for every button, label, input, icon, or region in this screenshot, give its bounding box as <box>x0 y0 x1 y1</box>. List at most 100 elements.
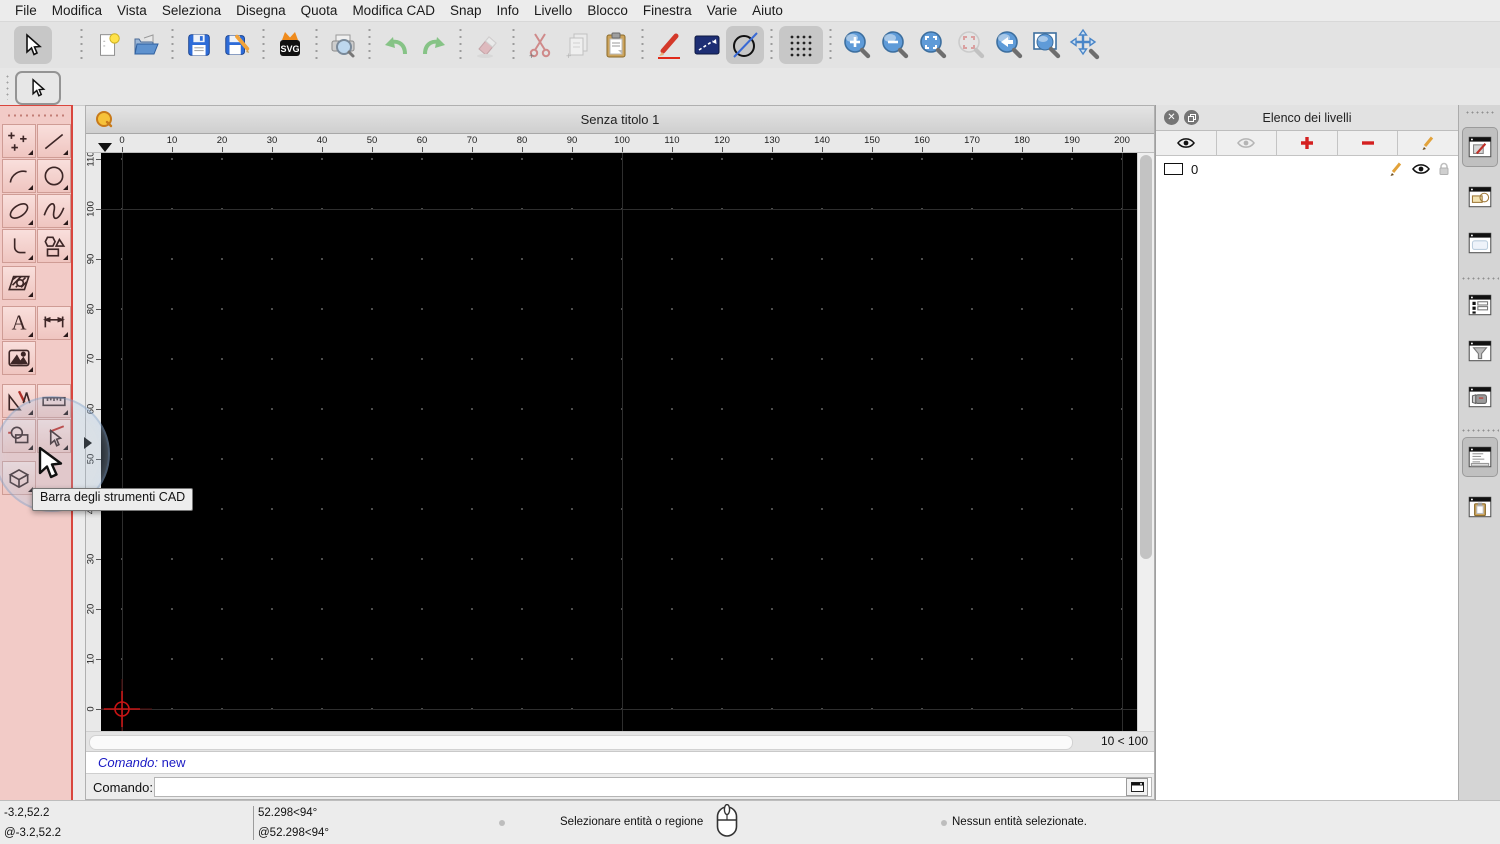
vruler-tick-label: 110 <box>86 153 97 167</box>
hruler-tick-label: 10 <box>166 135 178 146</box>
menu-info[interactable]: Info <box>497 3 520 18</box>
tool-polygon[interactable] <box>37 229 71 263</box>
tool-dimension[interactable] <box>37 306 71 340</box>
document-title-bar[interactable]: Senza titolo 1 <box>86 106 1154 134</box>
zoom-in-button[interactable] <box>838 26 876 64</box>
tool-arc[interactable] <box>2 159 36 193</box>
layer-color-box[interactable] <box>1164 163 1183 175</box>
zoom-auto-button[interactable] <box>914 26 952 64</box>
undo-button[interactable] <box>377 26 415 64</box>
menu-varie[interactable]: Varie <box>707 3 738 18</box>
librecad-window: File Modifica Vista Seleziona Disegna Qu… <box>0 0 1500 844</box>
tool-ellipse[interactable] <box>2 194 36 228</box>
dock-command-widget-button[interactable] <box>1462 437 1498 477</box>
menu-snap[interactable]: Snap <box>450 3 482 18</box>
hruler-tick-mark <box>272 147 273 152</box>
menu-modifica-cad[interactable]: Modifica CAD <box>352 3 435 18</box>
tool-circle[interactable] <box>37 159 71 193</box>
detach-command-button[interactable] <box>1126 778 1148 796</box>
tool-spline[interactable] <box>37 194 71 228</box>
dock-clipboard-button[interactable] <box>1462 487 1498 527</box>
menu-modifica[interactable]: Modifica <box>52 3 102 18</box>
redo-button[interactable] <box>415 26 453 64</box>
hruler-tick-mark <box>1072 147 1073 152</box>
tool-hatch[interactable] <box>2 266 36 300</box>
clipboard-icon <box>600 29 632 61</box>
menu-livello[interactable]: Livello <box>534 3 572 18</box>
copy-button[interactable]: + <box>559 26 597 64</box>
tool-image[interactable] <box>2 341 36 375</box>
hruler-tick-label: 170 <box>964 135 980 146</box>
menu-disegna[interactable]: Disegna <box>236 3 286 18</box>
edit-layer-button[interactable] <box>1398 131 1458 155</box>
layer-edit-pencil-icon[interactable] <box>1388 161 1404 177</box>
vruler-tick-label: 70 <box>86 353 97 365</box>
zoom-window-button[interactable] <box>1028 26 1066 64</box>
menu-finestra[interactable]: Finestra <box>643 3 692 18</box>
menu-seleziona[interactable]: Seleziona <box>162 3 221 18</box>
selection-pointer-button[interactable] <box>15 71 61 105</box>
dock-block-list-button[interactable] <box>1462 177 1498 217</box>
zoom-pan-button[interactable] <box>1066 26 1104 64</box>
horizontal-scrollbar-thumb[interactable] <box>89 735 1073 750</box>
line-attributes-icon <box>691 29 723 61</box>
print-preview-icon <box>327 29 359 61</box>
cut-button[interactable]: + <box>521 26 559 64</box>
zoom-previous-button[interactable] <box>990 26 1028 64</box>
show-all-layers-button[interactable] <box>1156 131 1217 155</box>
vertical-scrollbar-thumb[interactable] <box>1140 155 1152 559</box>
command-input[interactable] <box>154 777 1152 797</box>
new-file-button[interactable] <box>89 26 127 64</box>
hide-all-layers-button[interactable] <box>1217 131 1278 155</box>
dock-drag-handle[interactable] <box>1465 111 1495 114</box>
paste-button[interactable] <box>597 26 635 64</box>
toolbar-drag-handle[interactable] <box>6 74 9 100</box>
remove-layer-button[interactable] <box>1338 131 1399 155</box>
draft-mode-button[interactable] <box>726 26 764 64</box>
pen-window-icon <box>1466 133 1494 161</box>
tool-text[interactable]: A <box>2 306 36 340</box>
zoom-selected-button[interactable] <box>952 26 990 64</box>
save-button[interactable] <box>180 26 218 64</box>
tool-points[interactable] <box>2 124 36 158</box>
dock-layer-list-button[interactable] <box>1462 285 1498 325</box>
vruler-tick-label: 80 <box>86 303 97 315</box>
dock-library-part-button[interactable] <box>1462 377 1498 417</box>
open-file-button[interactable] <box>127 26 165 64</box>
menu-quota[interactable]: Quota <box>301 3 338 18</box>
dock-plain-window-button[interactable] <box>1462 223 1498 263</box>
command-prompt-label: Comando: <box>93 780 153 795</box>
select-arrow-button[interactable] <box>14 26 52 64</box>
menu-blocco[interactable]: Blocco <box>587 3 628 18</box>
layer-list-panel: ✕ Elenco dei livelli 0 <box>1155 105 1458 800</box>
cad-toolbar-drag-handle[interactable] <box>6 114 66 117</box>
print-preview-button[interactable] <box>324 26 362 64</box>
eye-icon <box>1176 137 1195 149</box>
zoom-out-button[interactable] <box>876 26 914 64</box>
hruler-tick-label: 200 <box>1114 135 1130 146</box>
menu-vista[interactable]: Vista <box>117 3 147 18</box>
layer-row[interactable]: 0 <box>1156 158 1458 180</box>
main-toolbar: SVG + + <box>0 22 1500 69</box>
status-bar: -3.2,52.2 @-3.2,52.2 52.298<94° @52.298<… <box>0 800 1500 844</box>
vertical-scrollbar[interactable] <box>1137 153 1154 731</box>
mouse-cursor <box>36 446 66 480</box>
tool-line[interactable] <box>37 124 71 158</box>
tool-polyline[interactable] <box>2 229 36 263</box>
line-attributes-button[interactable] <box>688 26 726 64</box>
drawing-canvas[interactable] <box>101 153 1139 731</box>
add-layer-button[interactable] <box>1277 131 1338 155</box>
menu-file[interactable]: File <box>15 3 37 18</box>
save-as-button[interactable] <box>218 26 256 64</box>
layer-visible-eye-icon[interactable] <box>1412 163 1430 175</box>
horizontal-ruler: 0 10 20 30 40 50 60 70 80 90 100 110 120 130 140 150 160… <box>86 134 1154 153</box>
eraser-button[interactable] <box>468 26 506 64</box>
export-svg-button[interactable]: SVG <box>271 26 309 64</box>
layer-lock-icon[interactable] <box>1438 162 1450 176</box>
dock-entity-filter-button[interactable] <box>1462 331 1498 371</box>
dock-library-browser-button[interactable] <box>1462 127 1498 167</box>
hruler-tick-mark <box>822 147 823 152</box>
pen-button[interactable] <box>650 26 688 64</box>
grid-toggle-button[interactable] <box>779 26 823 64</box>
menu-aiuto[interactable]: Aiuto <box>752 3 783 18</box>
